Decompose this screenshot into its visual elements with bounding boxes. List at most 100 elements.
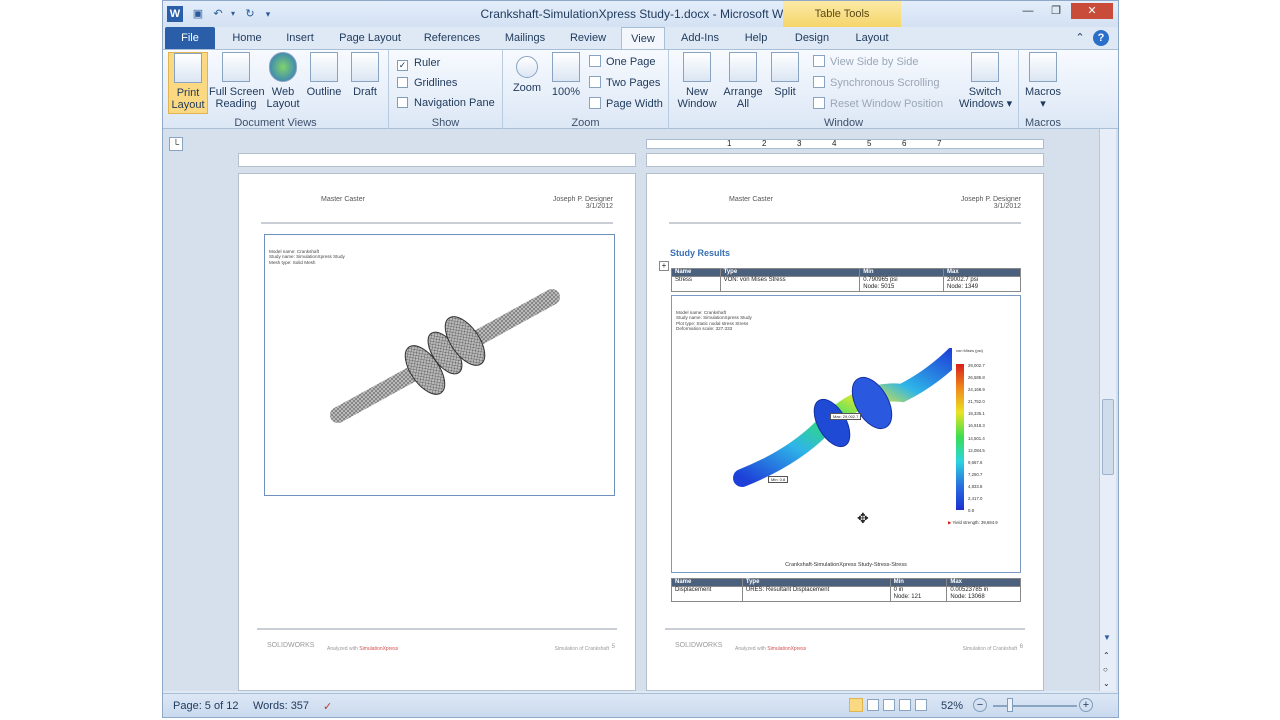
zoom-slider-thumb[interactable] <box>1007 698 1013 712</box>
split-button[interactable]: Split <box>767 52 803 98</box>
full-screen-view-icon[interactable] <box>867 699 879 711</box>
group-label-window: Window <box>823 117 864 129</box>
browse-object-icon[interactable]: ○ <box>1103 665 1108 674</box>
proofing-icon[interactable]: ✓ <box>323 700 332 713</box>
tab-insert[interactable]: Insert <box>277 27 323 49</box>
displacement-results-table: Name Type Min Max Displacement URES: Resulta… <box>671 578 1021 602</box>
tab-references[interactable]: References <box>417 27 487 49</box>
synchronous-scrolling-button[interactable]: Synchronous Scrolling <box>813 74 939 92</box>
zoom-slider-track[interactable] <box>993 705 1077 707</box>
group-document-views: Print Layout Full Screen Reading Web Lay… <box>163 50 389 130</box>
group-label-document-views: Document Views <box>234 117 317 129</box>
help-icon[interactable]: ? <box>1093 30 1109 46</box>
horizontal-ruler[interactable]: 1 2 3 4 5 6 7 <box>646 139 1044 149</box>
reset-window-position-button[interactable]: Reset Window Position <box>813 95 943 113</box>
new-window-button[interactable]: New Window <box>675 52 719 110</box>
tab-mailings[interactable]: Mailings <box>497 27 553 49</box>
table-tools-context: Table Tools <box>783 1 901 27</box>
previous-page-icon[interactable]: ⌃ <box>1103 651 1110 660</box>
group-label-show: Show <box>431 117 460 129</box>
draft-view-icon[interactable] <box>915 699 927 711</box>
page-4-bottom <box>238 153 636 167</box>
print-layout-button[interactable]: Print Layout <box>168 52 208 114</box>
crankshaft-mesh-image <box>330 289 560 423</box>
table-move-handle-icon[interactable]: + <box>659 261 669 271</box>
gridlines-checkbox[interactable]: Gridlines <box>397 74 457 92</box>
page-5[interactable]: Master Caster Joseph P. Designer 3/1/2012… <box>238 173 636 691</box>
zoom-out-icon[interactable]: − <box>973 698 987 712</box>
print-layout-view-icon[interactable] <box>849 698 863 712</box>
arrange-all-icon <box>729 52 757 82</box>
magnifier-icon <box>516 56 538 78</box>
footer-center: Analyzed with SimulationXpress <box>735 646 807 652</box>
tab-page-layout[interactable]: Page Layout <box>333 27 407 49</box>
tab-help[interactable]: Help <box>735 27 777 49</box>
scroll-down-icon[interactable]: ▼ <box>1103 633 1111 642</box>
zoom-button[interactable]: Zoom <box>509 52 545 94</box>
full-screen-reading-icon <box>222 52 250 82</box>
header-author: Joseph P. Designer 3/1/2012 <box>552 196 613 210</box>
two-pages-button[interactable]: Two Pages <box>589 74 660 92</box>
header-rule <box>669 222 1021 224</box>
outline-button[interactable]: Outline <box>303 52 345 98</box>
maximize-button[interactable]: ❐ <box>1043 3 1069 19</box>
split-icon <box>771 52 799 82</box>
tab-home[interactable]: Home <box>223 27 271 49</box>
group-macros: Macros ▾ Macros <box>1019 50 1067 130</box>
navigation-pane-checkbox[interactable]: Navigation Pane <box>397 94 495 112</box>
tab-selector-icon[interactable]: └ <box>169 137 183 151</box>
group-label-macros: Macros <box>1024 117 1062 129</box>
draft-button[interactable]: Draft <box>347 52 383 98</box>
new-window-icon <box>683 52 711 82</box>
footer-page-number: 5 <box>611 644 615 650</box>
vertical-scrollbar[interactable]: ▼ ⌃ ○ ⌄ <box>1099 129 1116 691</box>
stress-plot-info: Model name: Crankshaft Study name: Simula… <box>676 310 752 331</box>
yield-strength-label: ▶ Yield strength: 39,694.9 <box>948 520 998 525</box>
zoom-level[interactable]: 52% <box>941 700 963 712</box>
stress-results-table: Name Type Min Max Stress VON: von Mises Stre… <box>671 268 1021 292</box>
zoom-100-icon <box>552 52 580 82</box>
word-count[interactable]: Words: 357 <box>253 700 309 712</box>
zoom-in-icon[interactable]: + <box>1079 698 1093 712</box>
web-layout-button[interactable]: Web Layout <box>265 52 301 110</box>
title-bar: W ▣ ↶ ▾ ↻ ▾ Crankshaft-SimulationXpress … <box>163 1 1118 27</box>
plot-caption: Crankshaft-SimulationXpress Study-Stress… <box>785 562 907 568</box>
min-annotation: Min: 0.8 <box>768 476 789 483</box>
page-width-button[interactable]: Page Width <box>589 95 663 113</box>
mesh-image-frame[interactable]: Model name: Crankshaft Study name: Simula… <box>264 234 615 496</box>
print-layout-icon <box>174 53 202 83</box>
tab-file[interactable]: File <box>165 27 215 49</box>
tab-layout[interactable]: Layout <box>847 27 897 49</box>
move-cursor-icon: ✥ <box>857 510 869 526</box>
scrollbar-thumb[interactable] <box>1102 399 1114 475</box>
minimize-ribbon-icon[interactable]: ⌃ <box>1073 27 1087 49</box>
switch-windows-button[interactable]: Switch Windows ▾ <box>959 52 1012 110</box>
view-side-by-side-button[interactable]: View Side by Side <box>813 53 918 71</box>
tab-design[interactable]: Design <box>787 27 837 49</box>
page-count[interactable]: Page: 5 of 12 <box>173 700 238 712</box>
tab-add-ins[interactable]: Add-Ins <box>675 27 725 49</box>
arrange-all-button[interactable]: Arrange All <box>721 52 765 110</box>
ruler-checkbox[interactable]: ✓ Ruler <box>397 54 440 72</box>
full-screen-reading-button[interactable]: Full Screen Reading <box>209 52 265 110</box>
stress-plot-frame[interactable]: Model name: Crankshaft Study name: Simula… <box>671 295 1021 573</box>
tab-review[interactable]: Review <box>563 27 613 49</box>
word-window: W ▣ ↶ ▾ ↻ ▾ Crankshaft-SimulationXpress … <box>162 0 1119 718</box>
web-view-icon[interactable] <box>883 699 895 711</box>
group-label-zoom: Zoom <box>571 117 600 129</box>
macros-button[interactable]: Macros ▾ <box>1023 52 1063 110</box>
legend-title: von Mises (psi) <box>956 348 983 353</box>
one-page-button[interactable]: One Page <box>589 53 656 71</box>
minimize-button[interactable]: — <box>1015 3 1041 19</box>
switch-windows-icon <box>971 52 999 82</box>
ribbon-tabs: File Home Insert Page Layout References … <box>163 27 1118 49</box>
next-page-icon[interactable]: ⌄ <box>1103 679 1110 688</box>
close-button[interactable]: ✕ <box>1071 3 1113 19</box>
zoom-100-button[interactable]: 100% <box>549 52 583 98</box>
tab-view[interactable]: View <box>621 27 665 49</box>
table-row[interactable]: Displacement URES: Resultant Displacement… <box>671 586 1021 602</box>
page-6[interactable]: Master Caster Joseph P. Designer 3/1/2012… <box>646 173 1044 691</box>
outline-view-icon[interactable] <box>899 699 911 711</box>
table-row[interactable]: Stress VON: von Mises Stress 0.790965 psi … <box>671 276 1021 292</box>
header-rule <box>261 222 613 224</box>
